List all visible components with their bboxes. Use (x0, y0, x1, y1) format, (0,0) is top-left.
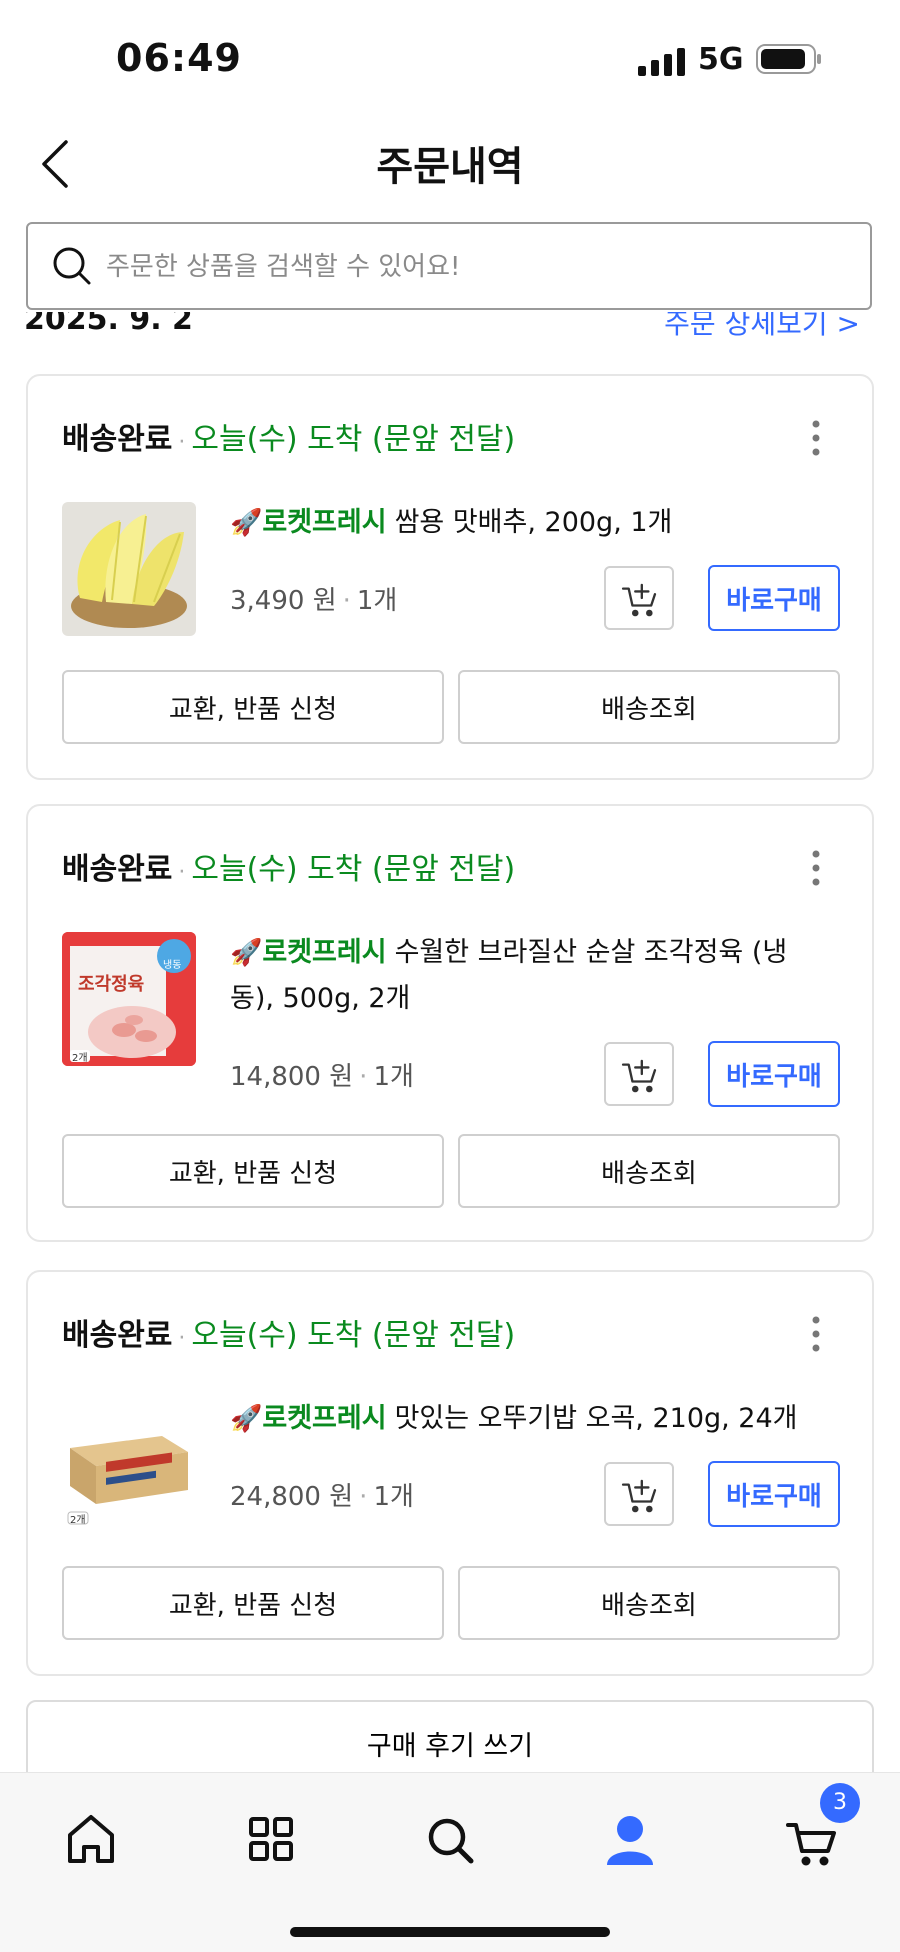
write-review-button[interactable]: 구매 후기 쓰기 (26, 1700, 874, 1772)
order-card: 배송완료 · 오늘(수) 도착 (문앞 전달) 조각정육 냉동 2개 🚀로켓프레시 수… (26, 804, 874, 1242)
cart-count-badge: 3 (820, 1783, 860, 1823)
order-list[interactable]: 2025. 9. 2 주문 상세보기 > 배송완료 · 오늘(수) 도착 (문앞 전… (0, 312, 900, 1772)
grid-icon[interactable] (226, 1799, 316, 1879)
product-name: 쌈용 맛배추, 200g, 1개 (394, 507, 673, 538)
quantity: 1개 (373, 1062, 414, 1092)
price: 3,490 원 (230, 586, 337, 616)
add-to-cart-button[interactable] (604, 1042, 674, 1106)
exchange-return-button[interactable]: 교환, 반품 신청 (62, 670, 444, 744)
delivery-status: 배송완료 · 오늘(수) 도착 (문앞 전달) (62, 1318, 516, 1353)
delivery-status: 배송완료 · 오늘(수) 도착 (문앞 전달) (62, 422, 516, 457)
price-line: 24,800 원 · 1개 (230, 1482, 414, 1512)
status-label: 배송완료 (62, 422, 173, 457)
product-name-line[interactable]: 🚀로켓프레시 쌈용 맛배추, 200g, 1개 (230, 500, 830, 546)
price-line: 14,800 원 · 1개 (230, 1062, 414, 1092)
pack-count: 2개 (72, 1053, 88, 1064)
battery-icon (756, 44, 821, 74)
search-icon (53, 247, 91, 285)
search-icon[interactable] (405, 1799, 495, 1879)
nav-header: 주문내역 (0, 110, 900, 210)
track-delivery-button[interactable]: 배송조회 (458, 1566, 840, 1640)
signal-icon (638, 48, 685, 76)
price: 24,800 원 (230, 1482, 354, 1512)
track-delivery-button[interactable]: 배송조회 (458, 1134, 840, 1208)
exchange-return-button[interactable]: 교환, 반품 신청 (62, 1566, 444, 1640)
status-label: 배송완료 (62, 852, 173, 887)
delivery-status: 배송완료 · 오늘(수) 도착 (문앞 전달) (62, 852, 516, 887)
status-time: 06:49 (116, 36, 242, 80)
arrival-text: 오늘(수) 도착 (문앞 전달) (191, 1318, 516, 1353)
user-icon[interactable] (585, 1799, 675, 1879)
cabbage-image (62, 502, 196, 636)
status-label: 배송완료 (62, 1318, 173, 1353)
buy-now-button[interactable]: 바로구매 (708, 1041, 840, 1107)
pack-count: 2개 (70, 1515, 86, 1526)
order-detail-link[interactable]: 주문 상세보기 > (664, 312, 860, 342)
home-indicator (290, 1927, 610, 1937)
rocket-icon: 🚀 (230, 508, 263, 538)
arrival-text: 오늘(수) 도착 (문앞 전달) (191, 852, 516, 887)
bottom-tab-bar: 3 (0, 1772, 900, 1952)
exchange-return-button[interactable]: 교환, 반품 신청 (62, 1134, 444, 1208)
rocket-fresh-badge: 로켓프레시 (262, 507, 387, 538)
status-bar: 06:49 5G (0, 0, 900, 110)
more-options-icon[interactable] (810, 848, 822, 888)
product-image[interactable]: 조각정육 냉동 2개 (62, 932, 196, 1066)
home-icon[interactable] (46, 1799, 136, 1879)
quantity: 1개 (373, 1482, 414, 1512)
order-date: 2025. 9. 2 (24, 312, 193, 337)
add-to-cart-button[interactable] (604, 1462, 674, 1526)
meat-package-image (62, 932, 196, 1066)
network-type: 5G (698, 42, 744, 77)
product-name-line[interactable]: 🚀로켓프레시 수월한 브라질산 순살 조각정육 (냉동), 500g, 2개 (230, 930, 820, 1022)
frozen-tag: 냉동 (163, 960, 182, 971)
rocket-fresh-badge: 로켓프레시 (262, 1403, 387, 1434)
price: 14,800 원 (230, 1062, 354, 1092)
arrival-text: 오늘(수) 도착 (문앞 전달) (191, 422, 516, 457)
buy-now-button[interactable]: 바로구매 (708, 565, 840, 631)
rocket-icon: 🚀 (230, 938, 263, 968)
more-options-icon[interactable] (810, 1314, 822, 1354)
quantity: 1개 (356, 586, 398, 616)
rocket-fresh-badge: 로켓프레시 (262, 937, 387, 968)
search-input[interactable] (104, 236, 848, 298)
product-name-line[interactable]: 🚀로켓프레시 맛있는 오뚜기밥 오곡, 210g, 24개 (230, 1396, 830, 1442)
order-card: 배송완료 · 오늘(수) 도착 (문앞 전달) 🚀로켓프레시 쌈용 맛배추, 200g… (26, 374, 874, 780)
more-options-icon[interactable] (810, 418, 822, 458)
product-image[interactable] (62, 502, 196, 636)
price-line: 3,490 원 · 1개 (230, 586, 398, 616)
product-name: 맛있는 오뚜기밥 오곡, 210g, 24개 (394, 1403, 798, 1434)
search-box[interactable] (26, 222, 872, 310)
package-label: 조각정육 (78, 974, 145, 995)
track-delivery-button[interactable]: 배송조회 (458, 670, 840, 744)
rocket-icon: 🚀 (230, 1404, 263, 1434)
product-image[interactable]: 2개 (62, 1398, 196, 1532)
buy-now-button[interactable]: 바로구매 (708, 1461, 840, 1527)
add-to-cart-button[interactable] (604, 566, 674, 630)
order-card: 배송완료 · 오늘(수) 도착 (문앞 전달) 2개 🚀로켓프레시 맛있는 오뚜기밥 … (26, 1270, 874, 1676)
page-title: 주문내역 (376, 144, 524, 190)
